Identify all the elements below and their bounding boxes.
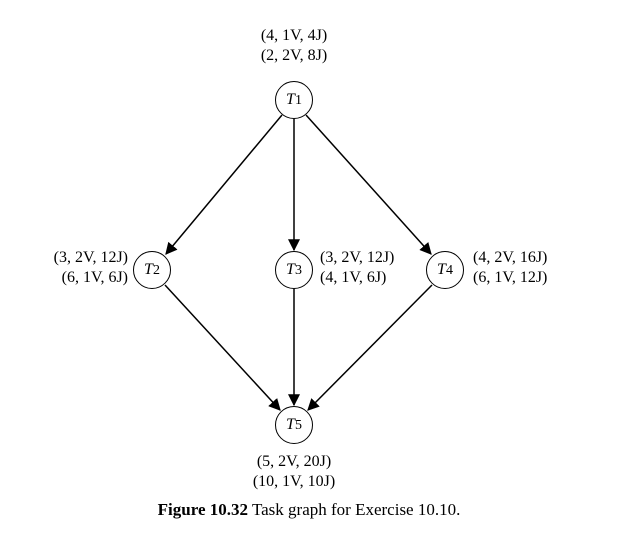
node-t2: T2 xyxy=(133,251,171,289)
t5-anno-line2: (10, 1V, 10J) xyxy=(238,472,350,492)
task-graph-figure: (4, 1V, 4J) (2, 2V, 8J) (3, 2V, 12J) (6,… xyxy=(0,0,618,537)
t2-anno-line2: (6, 1V, 6J) xyxy=(32,268,128,288)
t3-anno: (3, 2V, 12J) (4, 1V, 6J) xyxy=(320,248,394,288)
t3-anno-line1: (3, 2V, 12J) xyxy=(320,248,394,268)
t1-anno-line2: (2, 2V, 8J) xyxy=(244,46,344,66)
node-t3-letter: T xyxy=(286,261,295,278)
node-t1-num: 1 xyxy=(295,93,302,108)
node-t2-num: 2 xyxy=(153,263,160,278)
t4-anno: (4, 2V, 16J) (6, 1V, 12J) xyxy=(473,248,547,288)
t5-anno: (5, 2V, 20J) (10, 1V, 10J) xyxy=(238,452,350,492)
node-t5-letter: T xyxy=(286,416,295,433)
node-t5: T5 xyxy=(275,406,313,444)
figure-caption-text: Task graph for Exercise 10.10. xyxy=(248,500,460,519)
t5-anno-line1: (5, 2V, 20J) xyxy=(238,452,350,472)
node-t3: T3 xyxy=(275,251,313,289)
node-t1-letter: T xyxy=(286,91,295,108)
node-t1: T1 xyxy=(275,81,313,119)
node-t4-letter: T xyxy=(437,261,446,278)
t3-anno-line2: (4, 1V, 6J) xyxy=(320,268,394,288)
t1-anno-line1: (4, 1V, 4J) xyxy=(244,26,344,46)
node-t4: T4 xyxy=(426,251,464,289)
edge-t2-t5 xyxy=(165,285,280,410)
edge-t4-t5 xyxy=(308,285,432,410)
figure-caption: Figure 10.32 Task graph for Exercise 10.… xyxy=(0,500,618,520)
node-t3-num: 3 xyxy=(295,263,302,278)
t4-anno-line1: (4, 2V, 16J) xyxy=(473,248,547,268)
node-t4-num: 4 xyxy=(446,263,453,278)
t1-anno: (4, 1V, 4J) (2, 2V, 8J) xyxy=(244,26,344,66)
node-t5-num: 5 xyxy=(295,418,302,433)
edge-t1-t4 xyxy=(306,115,431,254)
figure-number: Figure 10.32 xyxy=(158,500,248,519)
node-t2-letter: T xyxy=(144,261,153,278)
edge-t1-t2 xyxy=(166,115,282,254)
t2-anno-line1: (3, 2V, 12J) xyxy=(32,248,128,268)
t4-anno-line2: (6, 1V, 12J) xyxy=(473,268,547,288)
t2-anno: (3, 2V, 12J) (6, 1V, 6J) xyxy=(32,248,128,288)
